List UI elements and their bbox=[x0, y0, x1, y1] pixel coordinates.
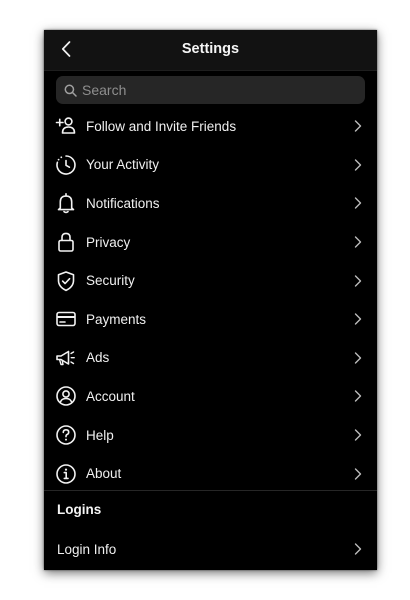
chevron-right-icon bbox=[354, 120, 362, 132]
chevron-right-icon bbox=[354, 159, 362, 171]
settings-menu: Follow and Invite Friends Your Activity bbox=[44, 107, 377, 493]
search-input[interactable] bbox=[82, 82, 342, 98]
header-bar: Settings bbox=[44, 30, 377, 71]
menu-item-label: Notifications bbox=[86, 195, 160, 211]
search-bar[interactable] bbox=[56, 76, 365, 104]
menu-item-label: Follow and Invite Friends bbox=[86, 118, 237, 134]
menu-item-privacy[interactable]: Privacy bbox=[44, 223, 377, 262]
menu-item-about[interactable]: About bbox=[44, 454, 377, 493]
chevron-right-icon bbox=[354, 429, 362, 441]
add-person-icon bbox=[55, 115, 77, 137]
activity-icon bbox=[55, 154, 77, 176]
chevron-right-icon bbox=[354, 467, 362, 480]
chevron-right-icon bbox=[354, 543, 362, 555]
bell-icon bbox=[55, 192, 77, 214]
menu-item-follow-invite[interactable]: Follow and Invite Friends bbox=[44, 107, 377, 146]
menu-item-ads[interactable]: Ads bbox=[44, 339, 377, 378]
menu-item-label: Payments bbox=[86, 311, 147, 327]
user-circle-icon bbox=[55, 385, 77, 407]
megaphone-icon bbox=[55, 347, 77, 369]
chevron-right-icon bbox=[354, 390, 362, 403]
menu-item-label: Login Info bbox=[57, 541, 117, 557]
chevron-right-icon bbox=[354, 197, 362, 210]
lock-icon bbox=[55, 231, 77, 253]
help-icon bbox=[55, 424, 77, 446]
menu-item-your-activity[interactable]: Your Activity bbox=[44, 146, 377, 185]
logins-section-heading: Logins bbox=[57, 502, 102, 517]
menu-item-label: Privacy bbox=[86, 234, 131, 250]
chevron-right-icon bbox=[354, 274, 362, 287]
shield-icon bbox=[55, 270, 77, 292]
menu-item-login-info[interactable]: Login Info bbox=[44, 530, 377, 568]
menu-item-account[interactable]: Account bbox=[44, 377, 377, 416]
menu-item-label: Your Activity bbox=[86, 157, 160, 173]
section-divider bbox=[44, 490, 377, 491]
credit-card-icon bbox=[55, 308, 77, 330]
chevron-right-icon bbox=[354, 236, 362, 248]
menu-item-label: Ads bbox=[86, 350, 110, 366]
info-icon bbox=[55, 463, 77, 485]
menu-item-notifications[interactable]: Notifications bbox=[44, 184, 377, 223]
chevron-right-icon bbox=[354, 313, 362, 325]
menu-item-help[interactable]: Help bbox=[44, 416, 377, 455]
menu-item-payments[interactable]: Payments bbox=[44, 300, 377, 339]
chevron-right-icon bbox=[354, 352, 362, 364]
menu-item-label: Account bbox=[86, 388, 135, 404]
menu-item-label: Security bbox=[86, 273, 135, 289]
menu-item-label: About bbox=[86, 466, 122, 482]
settings-screen: Settings Follow and Invite Friends bbox=[44, 30, 377, 570]
page-title: Settings bbox=[181, 41, 240, 57]
menu-item-security[interactable]: Security bbox=[44, 261, 377, 300]
menu-item-label: Help bbox=[86, 427, 114, 443]
search-icon bbox=[64, 84, 77, 97]
